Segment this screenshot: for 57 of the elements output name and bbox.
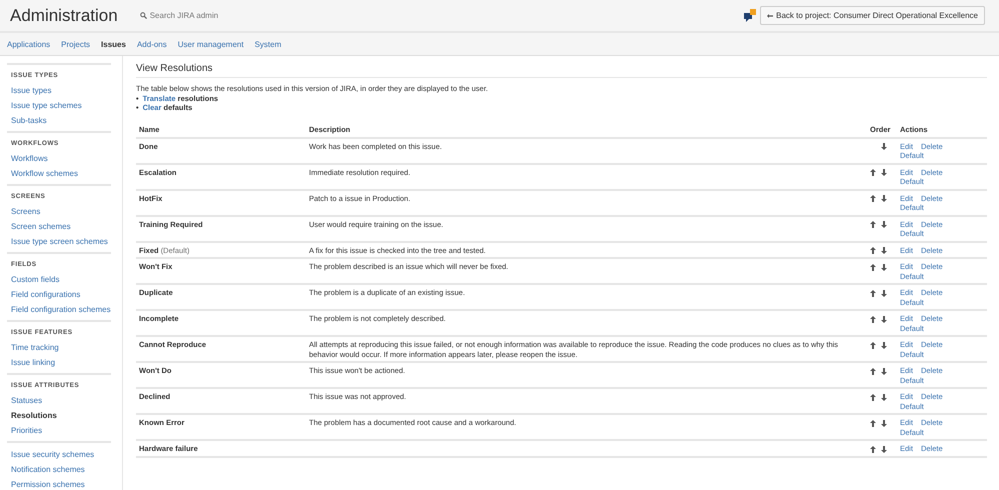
- move-down-arrow-icon[interactable]: [881, 420, 887, 427]
- section-title: View Resolutions: [136, 63, 987, 78]
- move-down-arrow-icon[interactable]: [881, 247, 887, 254]
- move-up-arrow-icon[interactable]: [870, 290, 876, 297]
- sidebar-item[interactable]: Custom fields: [11, 272, 111, 287]
- search-field[interactable]: Search JIRA admin: [150, 11, 270, 20]
- nav-tab[interactable]: Add-ons: [136, 40, 167, 48]
- sidebar-item[interactable]: Issue type screen schemes: [11, 234, 111, 249]
- nav-tab[interactable]: User management: [178, 40, 244, 48]
- move-down-arrow-icon[interactable]: [881, 316, 887, 323]
- nav-tab[interactable]: Applications: [7, 40, 50, 48]
- sidebar-item[interactable]: Notification schemes: [11, 462, 111, 477]
- move-down-arrow-icon[interactable]: [881, 169, 887, 176]
- sidebar-item[interactable]: Time tracking: [11, 340, 111, 355]
- sidebar-item[interactable]: Issue security schemes: [11, 447, 111, 462]
- move-up-arrow-icon[interactable]: [870, 247, 876, 254]
- sidebar-item[interactable]: Workflow schemes: [11, 166, 111, 181]
- move-down-arrow-icon[interactable]: [881, 368, 887, 375]
- sidebar-item[interactable]: Workflows: [11, 151, 111, 166]
- move-up-arrow-icon[interactable]: [870, 316, 876, 323]
- move-down-arrow-icon[interactable]: [881, 221, 887, 228]
- sidebar-item[interactable]: Screens: [11, 204, 111, 219]
- sidebar-item[interactable]: Field configuration schemes: [11, 302, 111, 317]
- sidebar-item[interactable]: Sub-tasks: [11, 113, 111, 128]
- nav-tab[interactable]: Issues: [101, 40, 126, 48]
- sidebar-item[interactable]: Screen schemes: [11, 219, 111, 234]
- notification-icon[interactable]: [744, 9, 756, 22]
- sidebar-item[interactable]: Issue types: [11, 83, 111, 98]
- move-up-arrow-icon[interactable]: [870, 221, 876, 228]
- move-down-arrow-icon[interactable]: [881, 264, 887, 271]
- move-up-arrow-icon[interactable]: [870, 394, 876, 401]
- arrow-left-icon: [767, 14, 774, 18]
- page-title: Administration: [10, 6, 118, 26]
- move-up-arrow-icon[interactable]: [870, 169, 876, 176]
- sidebar-item[interactable]: Issue linking: [11, 355, 111, 370]
- sidebar-item[interactable]: Priorities: [11, 423, 111, 438]
- nav-tab[interactable]: Projects: [61, 40, 90, 48]
- nav-tab[interactable]: System: [254, 40, 282, 48]
- move-up-arrow-icon[interactable]: [870, 342, 876, 349]
- sidebar-item[interactable]: Statuses: [11, 393, 111, 408]
- move-up-arrow-icon[interactable]: [870, 368, 876, 375]
- move-down-arrow-icon[interactable]: [881, 394, 887, 401]
- sidebar-item[interactable]: Issue type schemes: [11, 98, 111, 113]
- search-icon: [140, 12, 147, 19]
- move-down-arrow-icon[interactable]: [881, 195, 887, 202]
- move-down-arrow-icon[interactable]: [881, 446, 887, 453]
- sidebar-item[interactable]: Field configurations: [11, 287, 111, 302]
- move-down-arrow-icon[interactable]: [881, 290, 887, 297]
- move-down-arrow-icon[interactable]: [881, 143, 887, 150]
- move-up-arrow-icon[interactable]: [870, 264, 876, 271]
- sidebar-item[interactable]: Permission schemes: [11, 477, 111, 490]
- move-up-arrow-icon[interactable]: [870, 195, 876, 202]
- move-up-arrow-icon[interactable]: [870, 446, 876, 453]
- back-to-project-button[interactable]: Back to project: Consumer Direct Operational Excellence: [760, 6, 985, 25]
- move-down-arrow-icon[interactable]: [881, 342, 887, 349]
- move-up-arrow-icon[interactable]: [870, 420, 876, 427]
- sidebar-item[interactable]: Resolutions: [11, 408, 111, 423]
